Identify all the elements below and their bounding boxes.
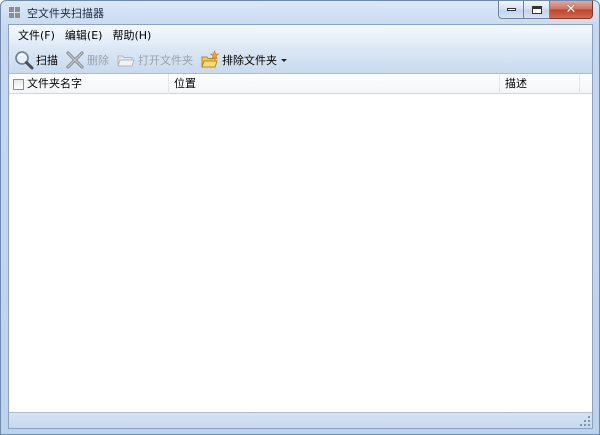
scan-button[interactable]: 扫描 [11,48,61,72]
maximize-button[interactable] [524,1,550,19]
minimize-button[interactable] [498,1,524,19]
column-folder-name-label: 文件夹名字 [27,77,82,90]
title-bar[interactable]: 空文件夹扫描器 ✕ [1,1,599,23]
open-folder-label: 打开文件夹 [138,54,193,67]
menu-bar: 文件(F) 编辑(E) 帮助(H) [9,25,592,47]
delete-label: 删除 [87,54,109,67]
folder-list[interactable]: 文件夹名字 位置 描述 [9,74,592,413]
chevron-down-icon[interactable] [281,59,287,62]
status-bar [9,412,592,428]
toolbar: 扫描 删除 打开文件夹 排除文件夹 [9,47,592,74]
column-folder-name[interactable]: 文件夹名字 [9,74,169,94]
list-header: 文件夹名字 位置 描述 [9,74,592,94]
resize-grip-icon[interactable] [580,416,590,426]
minimize-icon [506,8,516,11]
maximize-icon [531,5,542,14]
magnifier-icon [15,51,34,70]
menu-help[interactable]: 帮助(H) [107,26,156,46]
delete-x-icon [66,51,84,69]
exclude-folder-label: 排除文件夹 [222,54,277,67]
menu-edit[interactable]: 编辑(E) [60,26,108,46]
column-location-label: 位置 [174,77,196,90]
close-button[interactable]: ✕ [550,1,593,19]
caption-buttons: ✕ [498,1,593,19]
menu-file[interactable]: 文件(F) [13,26,60,46]
app-window: 空文件夹扫描器 ✕ 文件(F) 编辑(E) 帮助(H) 扫描 删除 打开文件夹 … [0,0,600,435]
scan-label: 扫描 [36,54,58,67]
client-area: 文件(F) 编辑(E) 帮助(H) 扫描 删除 打开文件夹 排除文件夹 文件夹名… [8,24,593,429]
column-location[interactable]: 位置 [169,74,500,94]
open-folder-icon [117,55,135,67]
exclude-folder-icon [201,50,220,68]
window-title: 空文件夹扫描器 [27,7,104,20]
delete-button[interactable]: 删除 [62,48,112,72]
exclude-folder-button[interactable]: 排除文件夹 [197,48,290,72]
column-description-label: 描述 [505,77,527,90]
open-folder-button[interactable]: 打开文件夹 [113,48,196,72]
select-all-checkbox[interactable] [13,78,24,90]
app-icon[interactable] [9,7,20,18]
close-icon: ✕ [565,2,577,17]
column-description[interactable]: 描述 [500,74,580,94]
